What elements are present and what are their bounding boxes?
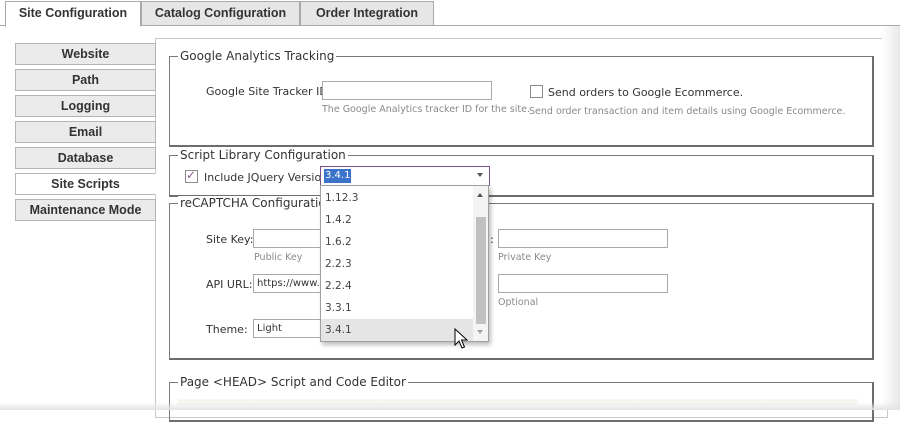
dropdown-scrollbar[interactable] (473, 186, 488, 341)
sidebar-item-path[interactable]: Path (15, 69, 156, 91)
head-editor-legend: Page <HEAD> Script and Code Editor (178, 375, 408, 389)
api-url-label: API URL: (206, 278, 253, 291)
window-shadow-right (882, 26, 900, 410)
jquery-version-dropdown: 1.12.3 1.4.2 1.6.2 2.2.3 2.2.4 3.3.1 3.4… (320, 185, 489, 342)
script-library-legend: Script Library Configuration (178, 148, 348, 162)
secret-key-label: : (490, 233, 494, 246)
secret-key-input[interactable] (498, 229, 668, 248)
sidebar-item-database[interactable]: Database (15, 147, 156, 169)
jquery-option-3-3-1[interactable]: 3.3.1 (321, 297, 473, 319)
tracker-id-help: The Google Analytics tracker ID for the … (322, 104, 530, 115)
send-orders-help: Send order transaction and item details … (529, 106, 846, 117)
recaptcha-legend: reCAPTCHA Configuration (178, 196, 336, 210)
include-jquery-label: Include JQuery Version (204, 171, 329, 184)
tracker-id-label: Google Site Tracker ID: (206, 85, 332, 98)
google-analytics-legend: Google Analytics Tracking (178, 49, 337, 63)
mouse-cursor-icon (454, 328, 468, 349)
scrollbar-thumb[interactable] (476, 217, 486, 324)
sidebar-item-website[interactable]: Website (15, 43, 156, 65)
scroll-up-icon[interactable] (477, 193, 483, 197)
jquery-version-value: 3.4.1 (324, 169, 352, 183)
jquery-version-select[interactable]: 3.4.1 (320, 166, 490, 186)
tracker-id-input[interactable] (322, 81, 492, 100)
jquery-option-1-4-2[interactable]: 1.4.2 (321, 209, 473, 231)
sidebar-item-site-scripts[interactable]: Site Scripts (15, 173, 156, 195)
site-key-label: Site Key: (206, 233, 254, 246)
jquery-option-3-4-1[interactable]: 3.4.1 (321, 319, 473, 341)
secret-key-help: Private Key (498, 252, 552, 263)
jquery-option-1-12-3[interactable]: 1.12.3 (321, 187, 473, 209)
jquery-option-2-2-3[interactable]: 2.2.3 (321, 253, 473, 275)
tab-order-integration[interactable]: Order Integration (300, 1, 434, 26)
chevron-down-icon (477, 173, 483, 177)
sidebar-item-email[interactable]: Email (15, 121, 156, 143)
send-orders-label: Send orders to Google Ecommerce. (548, 86, 744, 99)
google-analytics-fieldset: Google Analytics Tracking (169, 49, 874, 147)
jquery-option-1-6-2[interactable]: 1.6.2 (321, 231, 473, 253)
sidebar-item-logging[interactable]: Logging (15, 95, 156, 117)
sidebar-item-maintenance-mode[interactable]: Maintenance Mode (15, 199, 156, 221)
window-shadow-bottom (0, 402, 900, 410)
check-mark-icon: ✓ (186, 168, 197, 182)
optional-input[interactable] (498, 274, 668, 293)
send-orders-checkbox[interactable] (530, 85, 543, 98)
jquery-option-2-2-4[interactable]: 2.2.4 (321, 275, 473, 297)
scroll-down-icon[interactable] (477, 330, 483, 334)
optional-help: Optional (498, 297, 539, 308)
tab-catalog-configuration[interactable]: Catalog Configuration (141, 1, 300, 26)
tab-site-configuration[interactable]: Site Configuration (5, 1, 141, 27)
include-jquery-checkbox[interactable]: ✓ (185, 168, 198, 183)
site-key-help: Public Key (254, 252, 303, 263)
theme-label: Theme: (206, 323, 248, 336)
